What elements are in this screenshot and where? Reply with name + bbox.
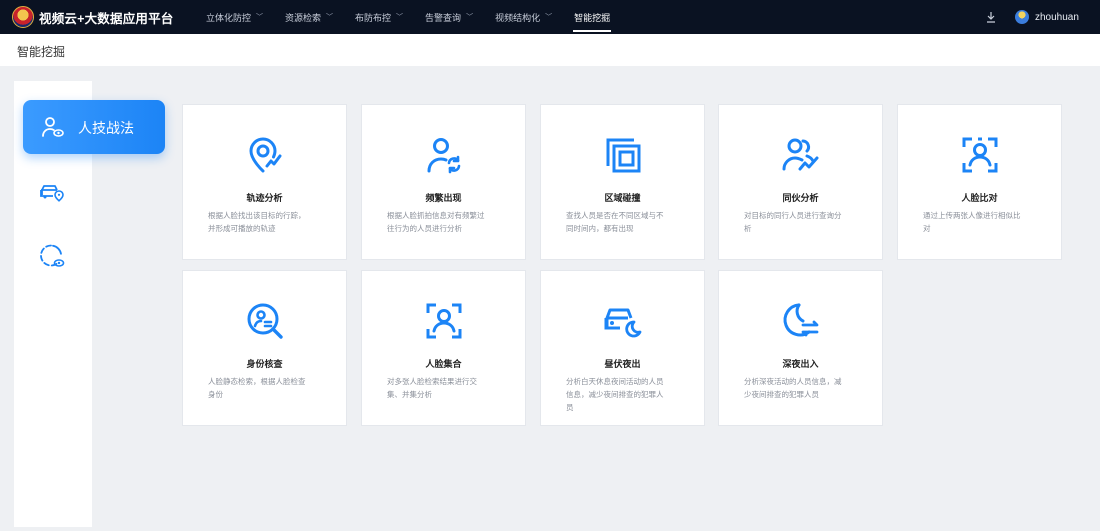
chevron-down-icon: ﹀ <box>256 14 264 21</box>
card-description: 人脸静态检索，根据人脸检查 身份 <box>208 375 326 401</box>
nav-item-stereo-defense[interactable]: 立体化防控 ﹀ <box>195 0 274 34</box>
desc-line: 对目标的同行人员进行查询分 <box>744 211 842 220</box>
card-title: 身份核查 <box>246 359 283 369</box>
nav-item-deployment-control[interactable]: 布防布控 ﹀ <box>344 0 414 34</box>
desc-line: 往行为的人员进行分析 <box>387 224 462 233</box>
chevron-down-icon: ﹀ <box>396 14 404 21</box>
desc-line: 根据人脸抓拍信息对有频繁过 <box>387 211 485 220</box>
chevron-down-icon: ﹀ <box>466 14 474 21</box>
card-description: 根据人脸抓拍信息对有频繁过 往行为的人员进行分析 <box>387 209 505 235</box>
desc-line: 同时间内，都有出现 <box>566 224 634 233</box>
card-title: 深夜出入 <box>782 359 819 369</box>
desc-line: 并形成可播放的轨迹 <box>208 224 276 233</box>
desc-line: 对多张人脸检索结果进行交 <box>387 377 477 386</box>
card-description: 对目标的同行人员进行查询分 析 <box>744 209 862 235</box>
moon-arrows-icon <box>783 303 819 337</box>
card-title: 人脸集合 <box>425 359 462 369</box>
app-title: 视频云+大数据应用平台 <box>39 11 174 26</box>
nav-label: 布防布控 <box>355 12 392 23</box>
nav-item-resource-search[interactable]: 资源检索 ﹀ <box>274 0 344 34</box>
card-description: 对多张人脸检索结果进行交 集、并集分析 <box>387 375 505 401</box>
card-description: 分析白天休息夜间活动的人员 信息，减少夜间排查的犯罪人 员 <box>566 375 684 414</box>
person-refresh-icon <box>427 138 461 174</box>
card-face-collection[interactable]: 人脸集合 对多张人脸检索结果进行交 集、并集分析 <box>361 270 526 426</box>
chevron-down-icon: ﹀ <box>326 14 334 21</box>
top-navigation-bar: 视频云+大数据应用平台 立体化防控 ﹀ 资源检索 ﹀ 布防布控 ﹀ 告警查询 ﹀ 视频结… <box>0 0 1100 34</box>
page-title: 智能挖掘 <box>17 45 66 59</box>
desc-line: 员 <box>566 403 574 412</box>
sidebar-item-vehicle[interactable] <box>38 178 66 206</box>
card-frequent-appearance[interactable]: 频繁出现 根据人脸抓拍信息对有频繁过 往行为的人员进行分析 <box>361 104 526 260</box>
chevron-down-icon: ﹀ <box>545 14 553 21</box>
vehicle-location-icon <box>40 185 64 202</box>
avatar <box>1015 10 1029 24</box>
download-icon[interactable] <box>985 10 997 24</box>
desc-line: 身份 <box>208 390 223 399</box>
page-header: 智能挖掘 <box>0 34 1100 66</box>
group-trend-icon <box>782 138 819 171</box>
nav-label: 告警查询 <box>425 12 462 23</box>
nav-item-alarm-query[interactable]: 告警查询 ﹀ <box>414 0 484 34</box>
card-title: 频繁出现 <box>425 193 462 203</box>
brand[interactable]: 视频云+大数据应用平台 <box>12 5 174 29</box>
sidebar-item-monitor[interactable] <box>38 242 66 270</box>
desc-line: 少夜间排查的犯罪人员 <box>744 390 819 399</box>
nav-item-intelligent-mining[interactable]: 智能挖掘 <box>563 0 621 34</box>
nav-label: 智能挖掘 <box>574 12 611 23</box>
car-moon-icon <box>604 308 642 338</box>
main-nav: 立体化防控 ﹀ 资源检索 ﹀ 布防布控 ﹀ 告警查询 ﹀ 视频结构化 ﹀ 智能挖掘 <box>195 0 621 34</box>
card-area-collision[interactable]: 区域碰撞 查找人员是否在不同区域与不 同时间内，都有出现 <box>540 104 705 260</box>
circle-eye-icon <box>40 244 65 267</box>
police-badge-logo <box>12 6 34 28</box>
desc-line: 查找人员是否在不同区域与不 <box>566 211 664 220</box>
desc-line: 通过上传两张人像进行相似比 <box>923 211 1021 220</box>
card-title: 昼伏夜出 <box>604 359 641 369</box>
sidebar-item-person-tactics[interactable]: 人技战法 <box>23 100 165 154</box>
card-description: 根据人脸找出该目标的行踪， 并形成可播放的轨迹 <box>208 209 326 235</box>
id-search-icon <box>247 303 283 339</box>
nav-label: 资源检索 <box>285 12 322 23</box>
desc-line: 集、并集分析 <box>387 390 432 399</box>
card-late-night-access[interactable]: 深夜出入 分析深夜活动的人员信息，减 少夜间排查的犯罪人员 <box>718 270 883 426</box>
card-description: 查找人员是否在不同区域与不 同时间内，都有出现 <box>566 209 684 235</box>
card-trajectory-analysis[interactable]: 轨迹分析 根据人脸找出该目标的行踪， 并形成可播放的轨迹 <box>182 104 347 260</box>
desc-line: 对 <box>923 224 931 233</box>
desc-line: 人脸静态检索，根据人脸检查 <box>208 377 306 386</box>
person-eye-icon <box>42 117 64 137</box>
face-frame-icon <box>962 137 998 173</box>
card-face-comparison[interactable]: 人脸比对 通过上传两张人像进行相似比 对 <box>897 104 1062 260</box>
card-description: 通过上传两张人像进行相似比 对 <box>923 209 1041 235</box>
face-scan-icon <box>426 303 462 339</box>
desc-line: 分析白天休息夜间活动的人员 <box>566 377 664 386</box>
card-day-hide-night-out[interactable]: 昼伏夜出 分析白天休息夜间活动的人员 信息，减少夜间排查的犯罪人 员 <box>540 270 705 426</box>
card-title: 轨迹分析 <box>246 193 283 203</box>
overlap-squares-icon <box>606 138 641 173</box>
desc-line: 根据人脸找出该目标的行踪， <box>208 211 306 220</box>
card-identity-check[interactable]: 身份核查 人脸静态检索，根据人脸检查 身份 <box>182 270 347 426</box>
desc-line: 信息，减少夜间排查的犯罪人 <box>566 390 664 399</box>
card-title: 人脸比对 <box>961 193 998 203</box>
location-track-icon <box>249 137 282 173</box>
username: zhouhuan <box>1035 11 1079 23</box>
user-menu[interactable]: zhouhuan <box>1015 8 1079 26</box>
card-description: 分析深夜活动的人员信息，减 少夜间排查的犯罪人员 <box>744 375 862 401</box>
nav-label: 视频结构化 <box>495 12 541 23</box>
desc-line: 分析深夜活动的人员信息，减 <box>744 377 842 386</box>
desc-line: 析 <box>744 224 752 233</box>
sidebar-item-label: 人技战法 <box>78 120 134 136</box>
card-title: 区域碰撞 <box>604 193 641 203</box>
nav-label: 立体化防控 <box>206 12 252 23</box>
card-accomplice-analysis[interactable]: 同伙分析 对目标的同行人员进行查询分 析 <box>718 104 883 260</box>
card-title: 同伙分析 <box>782 193 819 203</box>
nav-item-video-structuring[interactable]: 视频结构化 ﹀ <box>484 0 563 34</box>
